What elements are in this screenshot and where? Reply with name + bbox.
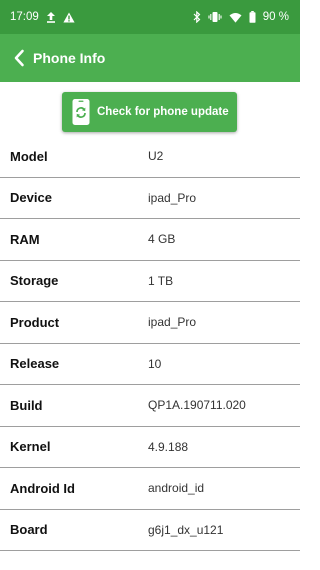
status-bar-left: 17:09 [10, 11, 75, 23]
info-label: RAM [10, 231, 40, 247]
back-button[interactable] [10, 46, 28, 70]
info-label: Build [10, 397, 43, 413]
info-label: Storage [10, 273, 59, 289]
info-row-ram: RAM 4 GB [0, 219, 300, 261]
info-row-build: Build QP1A.190711.020 [0, 385, 300, 427]
check-update-button[interactable]: Check for phone update [62, 92, 237, 132]
info-row-model: Model U2 [0, 136, 300, 178]
info-row-android-id: Android Id android_id [0, 468, 300, 510]
wifi-icon [229, 12, 242, 23]
vibrate-icon [208, 11, 222, 23]
upload-icon [46, 11, 56, 23]
chevron-left-icon [14, 49, 24, 67]
status-bar-right: 90 % [193, 11, 289, 23]
info-value: android_id [148, 481, 205, 496]
info-label: Release [10, 356, 60, 372]
info-value: QP1A.190711.020 [148, 398, 246, 413]
info-row-kernel: Kernel 4.9.188 [0, 427, 300, 468]
info-value: ipad_Pro [148, 190, 197, 205]
info-value: 10 [148, 356, 162, 371]
warning-icon [63, 12, 75, 23]
info-label: Board [10, 522, 48, 538]
page-title: Phone Info [33, 50, 106, 66]
bluetooth-icon [193, 11, 201, 23]
info-label: Model [10, 148, 48, 164]
check-update-label: Check for phone update [97, 106, 229, 118]
status-bar: 17:09 90 % [0, 0, 300, 34]
info-list: Model U2 Device ipad_Pro RAM 4 GB Storag… [0, 136, 300, 551]
info-label: Android Id [10, 480, 75, 496]
info-row-release: Release 10 [0, 344, 300, 385]
info-label: Device [10, 190, 52, 206]
app-bar: Phone Info [0, 34, 300, 82]
battery-percent: 90 % [262, 11, 289, 23]
info-value: 1 TB [148, 273, 174, 288]
content-area[interactable]: Check for phone update Model U2 Device i… [0, 82, 300, 570]
battery-icon [249, 11, 256, 23]
info-value: 4 GB [148, 232, 176, 247]
info-row-product: Product ipad_Pro [0, 302, 300, 344]
info-value: g6j1_dx_u121 [148, 522, 224, 537]
info-value: 4.9.188 [148, 439, 189, 454]
info-row-device: Device ipad_Pro [0, 178, 300, 219]
info-row-storage: Storage 1 TB [0, 261, 300, 302]
info-row-board: Board g6j1_dx_u121 [0, 510, 300, 551]
phone-update-icon [70, 98, 92, 126]
info-value: ipad_Pro [148, 315, 197, 330]
info-label: Kernel [10, 439, 51, 455]
info-label: Product [10, 314, 60, 330]
status-time: 17:09 [10, 11, 39, 23]
info-value: U2 [148, 149, 164, 164]
